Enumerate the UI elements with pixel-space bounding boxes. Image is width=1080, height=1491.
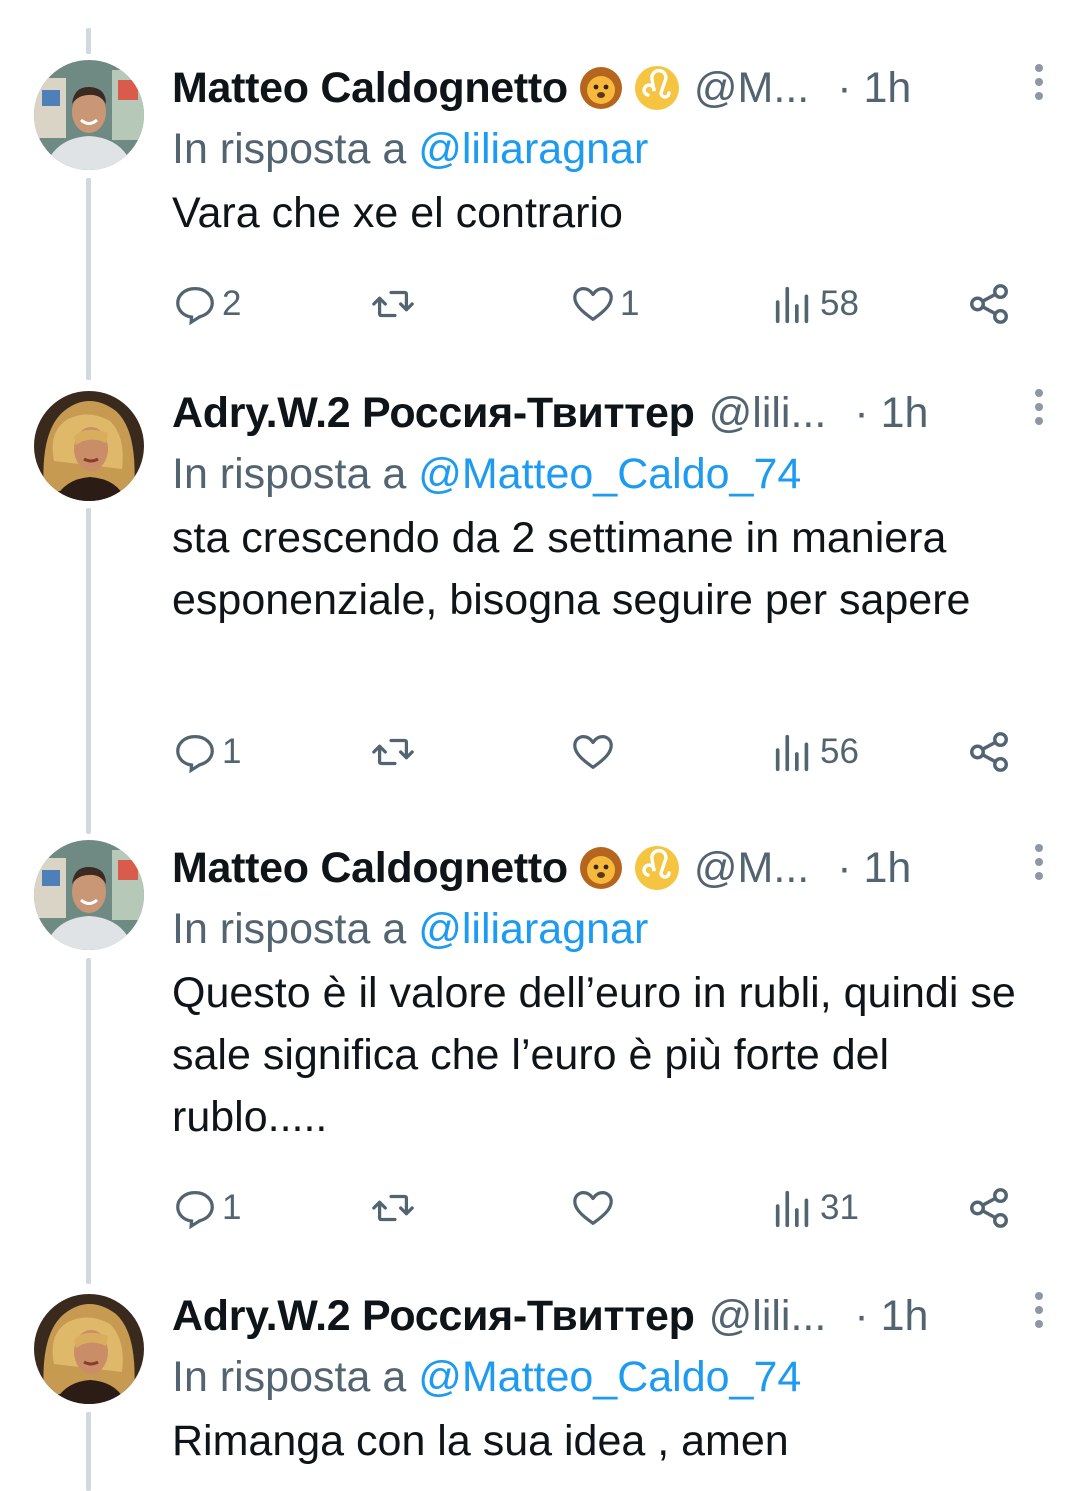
author-name[interactable]: Adry.W.2 Россия-Твиттер	[172, 1288, 695, 1344]
more-options-icon[interactable]	[1034, 389, 1044, 433]
author-handle[interactable]: @lili...	[709, 1288, 827, 1344]
tweet-text: sta crescendo da 2 settimane in maniera …	[172, 514, 971, 624]
author-handle[interactable]: @M...	[694, 60, 809, 116]
reply-button[interactable]: 1	[172, 722, 241, 782]
share-icon	[970, 732, 1008, 772]
reply-prefix: In risposta a	[172, 125, 407, 173]
share-button[interactable]	[966, 274, 1012, 334]
share-button[interactable]	[966, 722, 1012, 782]
lion-face-emoji	[578, 65, 624, 111]
reply-mention-link[interactable]: @Matteo_Caldo_74	[418, 1353, 801, 1401]
reply-context: In risposta a @liliaragnar	[172, 900, 1050, 958]
retweet-button[interactable]	[370, 722, 416, 782]
reply-context: In risposta a @Matteo_Caldo_74	[172, 1348, 1050, 1406]
share-icon	[970, 1188, 1008, 1228]
share-icon	[970, 284, 1008, 324]
author-name[interactable]: Adry.W.2 Россия-Твиттер	[172, 385, 695, 441]
reply-prefix: In risposta a	[172, 1353, 407, 1401]
reply-button[interactable]: 2	[172, 274, 241, 334]
avatar-image	[34, 60, 144, 170]
reply-icon	[176, 735, 214, 774]
timestamp[interactable]: · 1h	[854, 385, 928, 441]
reply-mention-link[interactable]: @liliaragnar	[418, 905, 648, 953]
views-count: 56	[820, 732, 859, 771]
avatar-image	[34, 1294, 144, 1404]
reply-button[interactable]: 1	[172, 1178, 241, 1238]
tweet-actions: 2 1 58	[172, 274, 1032, 334]
avatar[interactable]	[34, 60, 144, 170]
tweet-text: Vara che xe el contrario	[172, 189, 623, 237]
avatar[interactable]	[34, 1294, 144, 1404]
heart-icon	[573, 735, 613, 769]
reply-context: In risposta a @Matteo_Caldo_74	[172, 445, 1050, 503]
retweet-button[interactable]	[370, 1178, 416, 1238]
views-button[interactable]: 58	[770, 274, 859, 334]
like-count: 1	[620, 284, 640, 323]
views-icon	[775, 286, 809, 324]
reply-count: 1	[222, 732, 242, 771]
tweet-actions: 1 31	[172, 1178, 1032, 1238]
timestamp[interactable]: · 1h	[854, 1288, 928, 1344]
leo-zodiac-emoji	[634, 845, 680, 891]
reply-mention-link[interactable]: @Matteo_Caldo_74	[418, 450, 801, 498]
tweet-actions: 1 56	[172, 722, 1032, 782]
reply-icon	[176, 1191, 214, 1230]
more-options-icon[interactable]	[1034, 844, 1044, 888]
views-count: 31	[820, 1188, 859, 1227]
author-handle[interactable]: @M...	[694, 840, 809, 896]
avatar-image	[34, 840, 144, 950]
thread-line	[86, 28, 91, 54]
avatar[interactable]	[34, 391, 144, 501]
reply-prefix: In risposta a	[172, 905, 407, 953]
avatar-image	[34, 391, 144, 501]
lion-face-emoji	[578, 845, 624, 891]
heart-icon	[573, 1191, 613, 1225]
retweet-icon	[372, 738, 414, 766]
author-handle[interactable]: @lili...	[709, 385, 827, 441]
views-button[interactable]: 56	[770, 722, 859, 782]
retweet-icon	[372, 290, 414, 318]
timestamp[interactable]: · 1h	[837, 60, 911, 116]
more-options-icon[interactable]	[1034, 64, 1044, 108]
like-button[interactable]: 1	[570, 274, 639, 334]
reply-prefix: In risposta a	[172, 450, 407, 498]
more-options-icon[interactable]	[1034, 1292, 1044, 1336]
reply-mention-link[interactable]: @liliaragnar	[418, 125, 648, 173]
leo-zodiac-emoji	[634, 65, 680, 111]
like-button[interactable]	[570, 722, 616, 782]
reply-count: 1	[222, 1188, 242, 1227]
reply-icon	[176, 287, 214, 326]
views-icon	[775, 734, 809, 772]
views-icon	[775, 1190, 809, 1228]
reply-context: In risposta a @liliaragnar	[172, 120, 1050, 178]
reply-count: 2	[222, 284, 242, 323]
retweet-icon	[372, 1194, 414, 1222]
retweet-button[interactable]	[370, 274, 416, 334]
views-button[interactable]: 31	[770, 1178, 859, 1238]
tweet-text: Questo è il valore dell’euro in rubli, q…	[172, 969, 1016, 1141]
share-button[interactable]	[966, 1178, 1012, 1238]
like-button[interactable]	[570, 1178, 616, 1238]
tweet[interactable]: Adry.W.2 Россия-Твиттер @lili... · 1h In…	[0, 1288, 1080, 1488]
tweet-text: Rimanga con la sua idea , amen	[172, 1417, 789, 1465]
author-name[interactable]: Matteo Caldognetto	[172, 840, 568, 896]
timestamp[interactable]: · 1h	[837, 840, 911, 896]
views-count: 58	[820, 284, 859, 323]
heart-icon	[573, 287, 613, 321]
author-name[interactable]: Matteo Caldognetto	[172, 60, 568, 116]
avatar[interactable]	[34, 840, 144, 950]
